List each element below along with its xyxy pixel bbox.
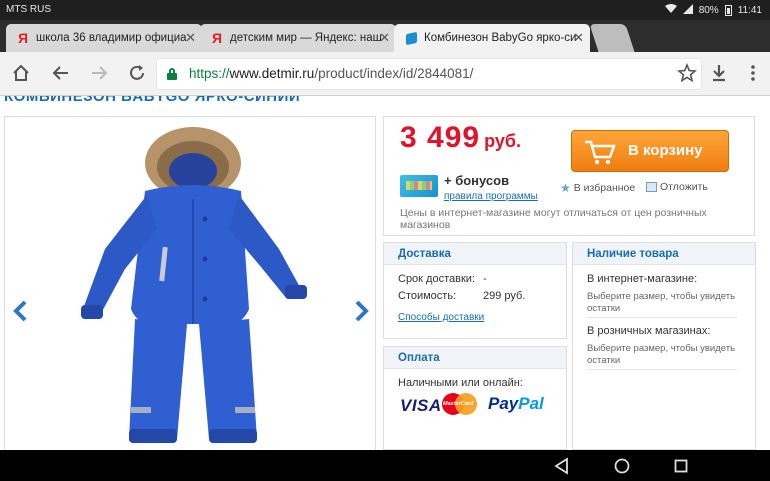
delivery-cost-row: Стоимость: 299 руб. — [398, 290, 526, 302]
availability-header: Наличие товара — [573, 243, 755, 265]
paypal-logo: PayPal — [488, 394, 544, 413]
close-icon[interactable]: ✕ — [573, 24, 584, 52]
battery-icon — [724, 5, 732, 16]
gallery-next-button[interactable] — [351, 299, 371, 323]
url-text[interactable]: https://www.detmir.ru/product/index/id/2… — [189, 66, 473, 81]
divider — [587, 317, 737, 318]
wifi-icon — [664, 4, 677, 17]
retail-store-note: Выберите размер, чтобы увидеть остатки — [587, 343, 736, 366]
divider — [587, 369, 737, 370]
back-icon[interactable] — [50, 63, 72, 85]
tab-strip: Я школа 36 владимир официа ✕ Я детским м… — [0, 20, 770, 52]
cart-icon — [585, 140, 616, 165]
delivery-term-row: Срок доставки: - — [398, 273, 487, 285]
bonus-card-icon — [400, 175, 438, 197]
carrier-name: MTS RUS — [6, 4, 51, 15]
clock: 11:41 — [737, 5, 762, 16]
product-gallery — [4, 116, 376, 450]
payment-header: Оплата — [384, 347, 566, 369]
delivery-header: Доставка — [384, 243, 566, 265]
delivery-panel: Доставка Срок доставки: - Стоимость: 299… — [383, 242, 567, 339]
availability-panel: Наличие товара В интернет-магазине: Выбе… — [572, 242, 756, 450]
tab-school[interactable]: Я школа 36 владимир официа ✕ — [6, 24, 202, 52]
mastercard-logo: MasterCard — [442, 393, 478, 417]
home-circle-icon[interactable] — [612, 456, 632, 476]
tab-product[interactable]: Комбинезон BabyGo ярко-си ✕ — [394, 24, 590, 52]
bonus-text: + бонусов — [444, 173, 510, 188]
retail-store-label: В розничных магазинах: — [587, 325, 711, 337]
bonus-rules-link[interactable]: правила программы — [444, 191, 538, 202]
bookmark-star-icon[interactable] — [676, 62, 698, 85]
yandex-icon: Я — [212, 30, 223, 46]
lock-icon — [167, 68, 177, 80]
gallery-prev-button[interactable] — [11, 299, 31, 323]
back-triangle-icon[interactable] — [552, 456, 572, 476]
payment-panel: Оплата Наличными или онлайн: VISA Master… — [383, 346, 567, 450]
add-to-favorites-link[interactable]: ★ В избранное — [560, 181, 635, 195]
tab-title: школа 36 владимир официа — [36, 32, 187, 44]
download-icon[interactable] — [708, 63, 730, 85]
battery-percent: 80% — [698, 5, 719, 16]
status-bar: MTS RUS 80% 11:41 — [0, 0, 770, 20]
close-icon[interactable]: ✕ — [379, 24, 390, 52]
star-icon: ★ — [560, 181, 571, 195]
tab-title: Комбинезон BabyGo ярко-си — [424, 32, 577, 44]
price-panel: 3 499 руб. В корзину + бонусов правила пр… — [383, 116, 755, 236]
payment-subtitle: Наличными или онлайн: — [398, 377, 523, 389]
visa-logo: VISA — [400, 396, 442, 415]
signal-icon — [682, 4, 693, 17]
product-title: КОМБИНЕЗОН BABYGO ЯРКО-СИНИЙ — [4, 96, 301, 105]
product-image — [81, 127, 307, 443]
price-note: Цены в интернет-магазине могут отличатьс… — [400, 207, 707, 231]
reload-icon[interactable] — [126, 63, 148, 85]
detmir-icon — [406, 31, 417, 46]
page-content: КОМБИНЕЗОН BABYGO ЯРКО-СИНИЙ 3 499 руб. … — [0, 96, 770, 450]
product-price: 3 499 руб. — [400, 121, 521, 154]
system-nav-bar — [0, 450, 770, 481]
menu-icon[interactable] — [742, 63, 764, 85]
delivery-methods-link[interactable]: Способы доставки — [398, 312, 484, 323]
close-icon[interactable]: ✕ — [185, 24, 196, 52]
chevron-left-icon — [13, 300, 27, 322]
status-icons: 80% 11:41 — [664, 4, 762, 17]
recents-square-icon[interactable] — [671, 456, 691, 476]
chevron-right-icon — [355, 300, 369, 322]
yandex-icon: Я — [18, 30, 29, 46]
add-to-cart-button[interactable]: В корзину — [571, 130, 729, 172]
home-icon[interactable] — [10, 63, 32, 85]
box-icon — [646, 182, 657, 192]
online-store-note: Выберите размер, чтобы увидеть остатки — [587, 291, 736, 314]
tab-yandex-search[interactable]: Я детским мир — Яндекс: наш ✕ — [200, 24, 396, 52]
address-bar[interactable]: https://www.detmir.ru/product/index/id/2… — [157, 59, 701, 89]
online-store-label: В интернет-магазине: — [587, 273, 698, 285]
browser-toolbar: https://www.detmir.ru/product/index/id/2… — [0, 52, 770, 96]
tab-title: детским мир — Яндекс: наш — [230, 32, 382, 44]
defer-link[interactable]: Отложить — [646, 181, 708, 193]
new-tab-button[interactable] — [589, 24, 635, 52]
forward-icon[interactable] — [88, 63, 110, 85]
